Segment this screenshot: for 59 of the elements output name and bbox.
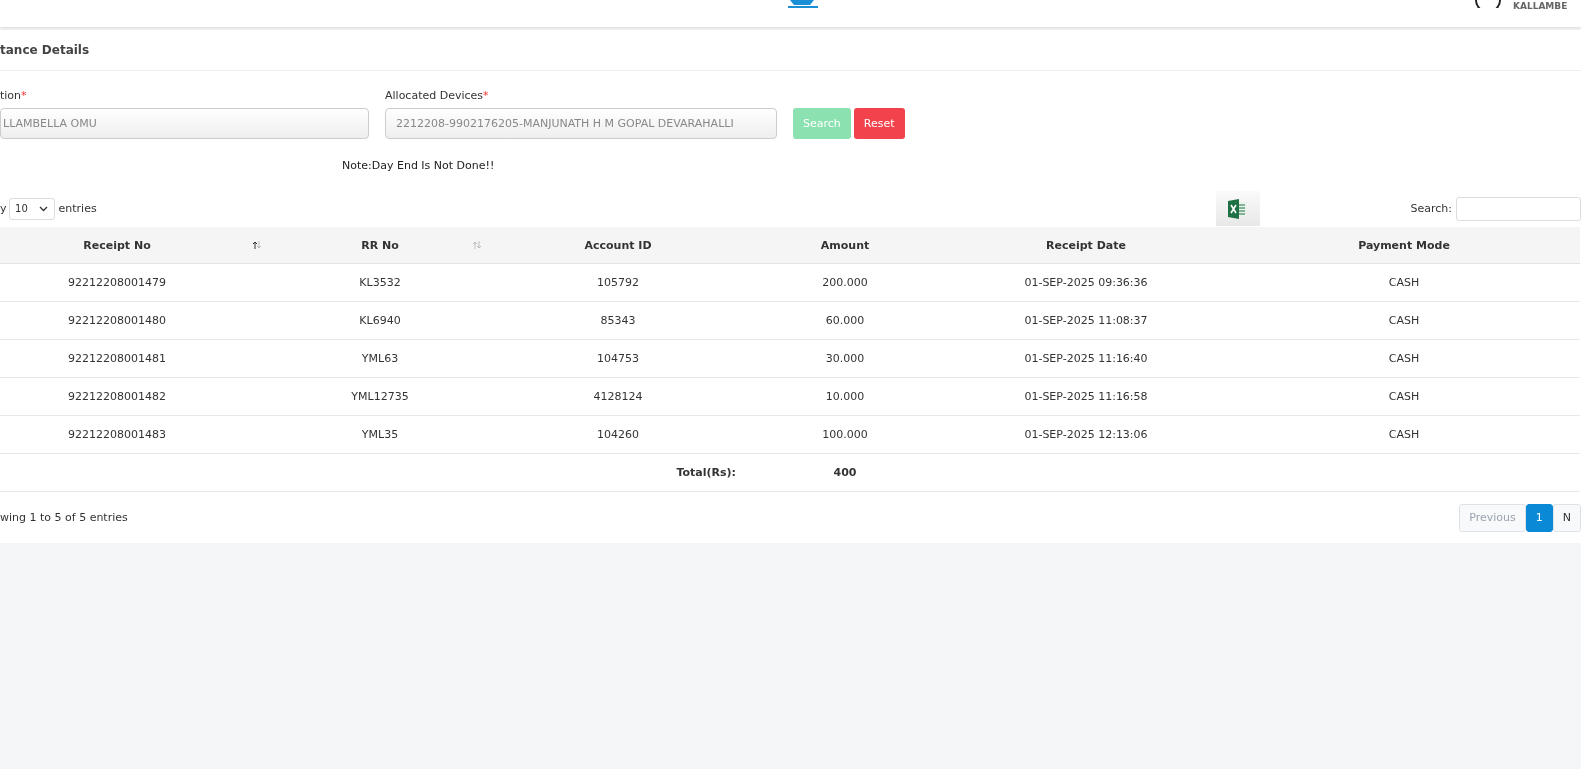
table-cell: 4128124 <box>593 390 643 403</box>
table-cell: KL6940 <box>359 314 401 327</box>
table-cell: KL3532 <box>359 276 401 289</box>
table-cell: 92212208001482 <box>68 390 166 403</box>
column-header[interactable]: Receipt No <box>0 227 270 264</box>
table-cell: 92212208001481 <box>68 352 166 365</box>
pagination-button[interactable]: 1 <box>1525 503 1553 532</box>
table-cell: 92212208001483 <box>68 428 166 441</box>
length-label: y <box>0 202 7 215</box>
column-header: Amount <box>746 227 944 264</box>
user-name: KALLAMBE <box>1513 1 1568 11</box>
total-label: Total(Rs): <box>676 466 736 479</box>
column-header: Account ID <box>490 227 746 264</box>
column-header: Payment Mode <box>1228 227 1580 264</box>
table-cell: 105792 <box>597 276 639 289</box>
reset-button[interactable]: Reset <box>853 108 905 139</box>
table-cell: CASH <box>1388 276 1420 289</box>
table-cell: 30.000 <box>825 352 865 365</box>
table-cell: CASH <box>1388 352 1420 365</box>
table-cell: 92212208001480 <box>68 314 166 327</box>
table-cell: 01-SEP-2025 12:13:06 <box>1024 428 1148 441</box>
table-cell: 200.000 <box>822 276 868 289</box>
card-title: tance Details <box>0 43 90 57</box>
column-header: Receipt Date <box>944 227 1228 264</box>
sort-icon[interactable] <box>252 240 262 250</box>
select-field[interactable]: LLAMBELLA OMU <box>0 108 369 139</box>
table-cell: 104260 <box>597 428 639 441</box>
table-cell: YML35 <box>361 428 399 441</box>
spreadsheet-icon <box>1226 197 1249 220</box>
excel-export-button[interactable] <box>1215 191 1260 226</box>
search-label: Search: <box>1410 202 1452 215</box>
table-cell: CASH <box>1388 390 1420 403</box>
table-cell: YML63 <box>361 352 399 365</box>
table-cell: CASH <box>1388 428 1420 441</box>
table-cell: 60.000 <box>825 314 865 327</box>
field-label: Allocated Devices* <box>385 89 490 102</box>
table-cell: 01-SEP-2025 09:36:36 <box>1024 276 1148 289</box>
table-cell: 85343 <box>600 314 636 327</box>
field-label: tion* <box>0 89 28 102</box>
column-header[interactable]: RR No <box>270 227 490 264</box>
table-cell: 104753 <box>597 352 639 365</box>
table-cell: 100.000 <box>822 428 868 441</box>
table-cell: CASH <box>1388 314 1420 327</box>
table-cell: 92212208001479 <box>68 276 166 289</box>
table-cell: 01-SEP-2025 11:08:37 <box>1024 314 1148 327</box>
note-text: Note:Day End Is Not Done!! <box>342 159 496 172</box>
page-size-select[interactable]: 10 <box>8 197 55 220</box>
chevron-down-icon <box>38 205 48 212</box>
pagination-button[interactable]: N <box>1552 503 1581 532</box>
logo-icon <box>786 0 820 9</box>
table-cell: YML12735 <box>351 390 409 403</box>
table-cell: 01-SEP-2025 11:16:58 <box>1024 390 1148 403</box>
select-field[interactable]: 2212208-9902176205-MANJUNATH H M GOPAL DEVARAHALLI <box>385 108 777 139</box>
table-cell: 10.000 <box>825 390 865 403</box>
length-label: entries <box>58 202 97 215</box>
table-cell: 01-SEP-2025 11:16:40 <box>1024 352 1148 365</box>
total-value: 400 <box>833 466 857 479</box>
search-field[interactable] <box>1456 196 1581 221</box>
table-info: wing 1 to 5 of 5 entries <box>0 511 128 524</box>
